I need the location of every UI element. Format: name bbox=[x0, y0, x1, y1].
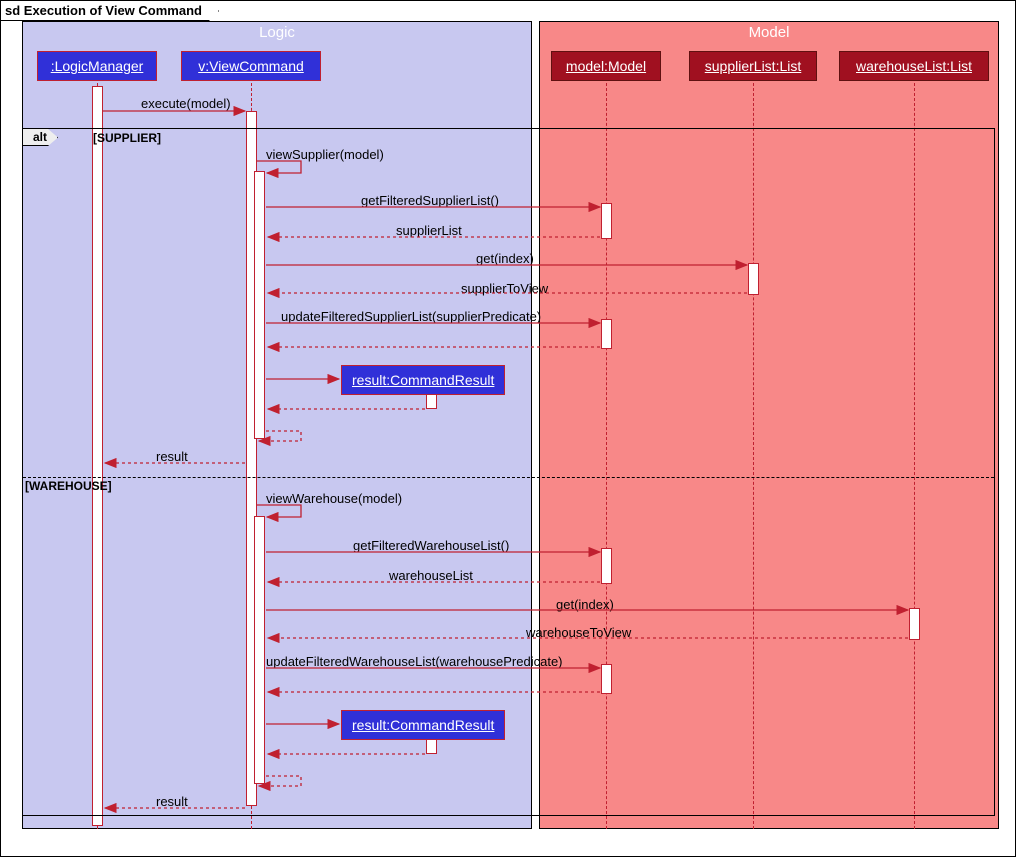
msg-viewwarehouse: viewWarehouse(model) bbox=[266, 491, 402, 506]
msg-warehouselist-ret: warehouseList bbox=[389, 568, 473, 583]
msg-warehousetoview: warehouseToView bbox=[526, 625, 631, 640]
participant-supplierlist: supplierList:List bbox=[689, 51, 817, 81]
participant-warehouselist: warehouseList:List bbox=[839, 51, 989, 81]
created-result-2: result:CommandResult bbox=[341, 710, 505, 740]
msg-result-2: result bbox=[156, 794, 188, 809]
msg-suppliertoview: supplierToView bbox=[461, 281, 548, 296]
sd-frame-title: sd Execution of View Command bbox=[1, 1, 219, 21]
msg-viewsupplier: viewSupplier(model) bbox=[266, 147, 384, 162]
participant-viewcommand: v:ViewCommand bbox=[181, 51, 321, 81]
alt-divider bbox=[23, 477, 994, 478]
package-logic-title: Logic bbox=[23, 22, 531, 43]
participant-model: model:Model bbox=[551, 51, 661, 81]
msg-updatefilteredwarehouse: updateFilteredWarehouseList(warehousePre… bbox=[266, 654, 563, 669]
alt-guard-supplier: [SUPPLIER] bbox=[93, 131, 161, 145]
msg-updatefilteredsupplier: updateFilteredSupplierList(supplierPredi… bbox=[281, 309, 541, 324]
msg-execute: execute(model) bbox=[141, 96, 231, 111]
alt-label: alt bbox=[23, 129, 58, 146]
msg-result-1: result bbox=[156, 449, 188, 464]
msg-getfilteredsupplier: getFilteredSupplierList() bbox=[361, 193, 499, 208]
package-model-title: Model bbox=[540, 22, 998, 43]
created-result-1: result:CommandResult bbox=[341, 365, 505, 395]
msg-getindex-1: get(index) bbox=[476, 251, 534, 266]
alt-fragment: alt [SUPPLIER] [WAREHOUSE] bbox=[22, 128, 995, 816]
msg-getindex-2: get(index) bbox=[556, 597, 614, 612]
msg-supplierlist-ret: supplierList bbox=[396, 223, 462, 238]
msg-getfilteredwarehouse: getFilteredWarehouseList() bbox=[353, 538, 509, 553]
participant-logicmanager: :LogicManager bbox=[37, 51, 157, 81]
alt-guard-warehouse: [WAREHOUSE] bbox=[25, 479, 112, 493]
sd-frame: sd Execution of View Command Logic Model… bbox=[0, 0, 1016, 857]
